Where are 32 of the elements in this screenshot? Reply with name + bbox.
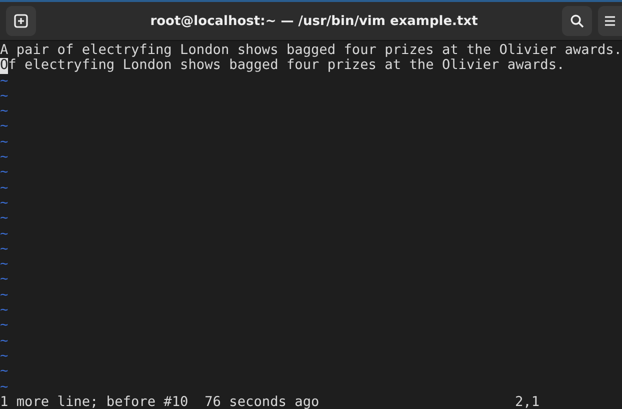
menu-icon [604, 15, 616, 27]
empty-line-marker: ~ [0, 88, 8, 104]
search-button[interactable] [562, 6, 592, 36]
new-tab-icon [13, 13, 29, 29]
text-line: Of electryfing London shows bagged four prizes at the Olivier awards. [0, 57, 565, 74]
empty-line-marker: ~ [0, 149, 8, 166]
empty-line-marker: ~ [0, 72, 8, 89]
text-line: A pair of electryfing London shows bagged four prizes at the Olivier awards. [0, 42, 622, 58]
empty-line-marker: ~ [0, 302, 8, 318]
empty-line-marker: ~ [0, 134, 8, 150]
empty-line-marker: ~ [0, 332, 8, 349]
empty-line-marker: ~ [0, 103, 8, 120]
window-title: root@localhost:~ — /usr/bin/vim example.txt [149, 14, 479, 28]
empty-line-marker: ~ [0, 317, 8, 334]
search-icon [570, 14, 584, 28]
empty-line-marker: ~ [0, 256, 8, 272]
empty-line-marker: ~ [0, 180, 8, 196]
empty-line-marker: ~ [0, 164, 8, 180]
empty-line-marker: ~ [0, 286, 8, 303]
menu-button[interactable] [598, 6, 622, 36]
status-message: 1 more line; before #10 76 seconds ago [0, 394, 320, 409]
empty-line-marker: ~ [0, 194, 8, 211]
empty-line-marker: ~ [0, 210, 8, 226]
new-tab-button[interactable] [6, 6, 36, 36]
empty-line-marker: ~ [0, 378, 8, 395]
cursor-position: 2,1 [515, 394, 540, 409]
empty-line-marker: ~ [0, 226, 8, 242]
empty-line-marker: ~ [0, 348, 8, 364]
empty-line-marker: ~ [0, 363, 8, 380]
empty-line-marker: ~ [0, 118, 8, 134]
empty-line-marker: ~ [0, 271, 8, 288]
empty-line-marker: ~ [0, 240, 8, 257]
